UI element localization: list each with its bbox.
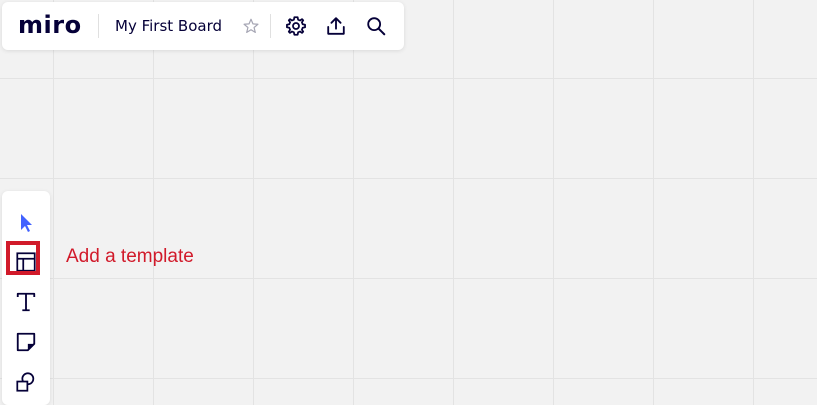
upload-icon[interactable] [324, 14, 348, 38]
template-icon[interactable] [14, 250, 38, 274]
miro-logo[interactable]: miro [18, 10, 82, 40]
search-icon[interactable] [364, 14, 388, 38]
text-icon[interactable] [14, 290, 38, 314]
left-toolbar [2, 191, 50, 405]
divider [270, 14, 271, 38]
add-template-annotation: Add a template [66, 246, 194, 267]
shapes-icon[interactable] [14, 370, 38, 394]
gear-icon[interactable] [284, 14, 308, 38]
board-title[interactable]: My First Board [115, 15, 222, 37]
top-bar: miro My First Board [2, 2, 404, 50]
divider [98, 14, 99, 38]
select-cursor-icon[interactable] [14, 211, 38, 235]
sticky-note-icon[interactable] [14, 330, 38, 354]
star-icon[interactable] [239, 14, 263, 38]
